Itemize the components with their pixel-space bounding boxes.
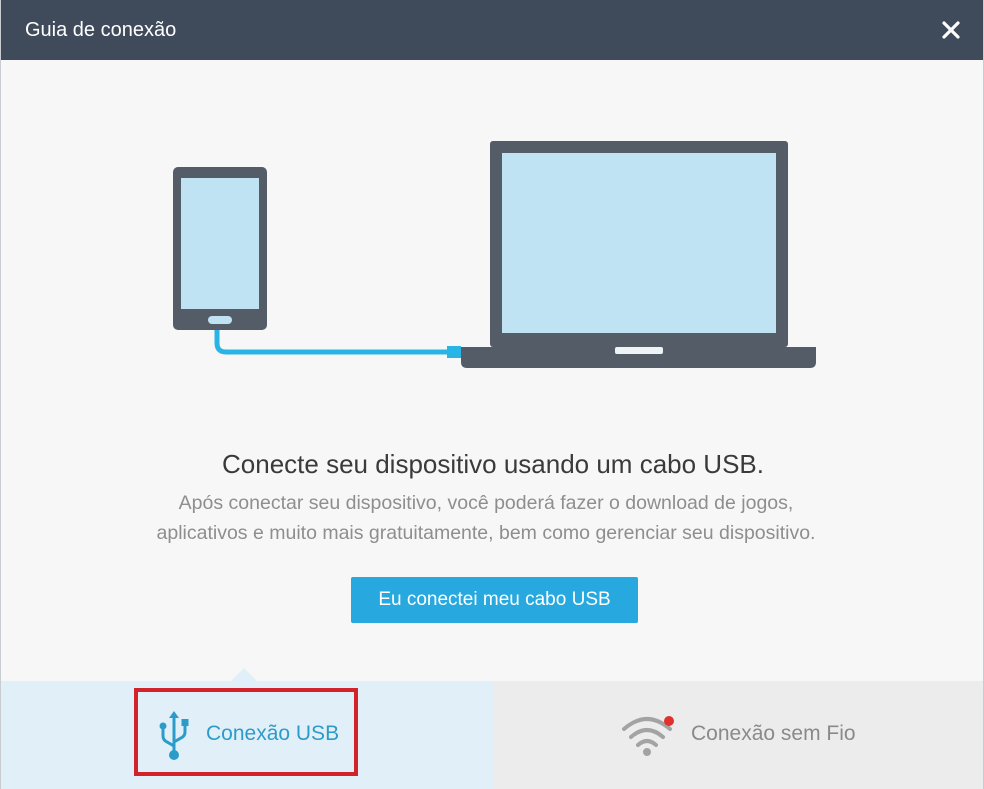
connection-guide-window: Guia de conexão Conecte seu dispositivo … <box>0 0 984 789</box>
instruction-headline: Conecte seu dispositivo usando um cabo U… <box>222 449 764 479</box>
description-line: aplicativos e muito mais gratuitamente, … <box>156 522 816 544</box>
title-bar: Guia de conexão <box>1 0 983 60</box>
phone-icon <box>173 167 267 330</box>
wifi-icon <box>622 716 674 756</box>
close-icon <box>942 21 960 39</box>
notification-dot <box>664 716 674 726</box>
tab-wireless-label: Conexão sem Fio <box>691 722 856 745</box>
instruction-description: Após conectar seu dispositivo, você pode… <box>1 488 971 548</box>
window-title: Guia de conexão <box>25 19 177 41</box>
usb-tab-highlight-box <box>134 688 358 776</box>
laptop-icon <box>461 141 816 368</box>
usb-connection-illustration <box>173 141 816 368</box>
usb-connected-button[interactable]: Eu conectei meu cabo USB <box>351 577 638 623</box>
selected-tab-pointer <box>230 668 258 682</box>
close-button[interactable] <box>935 14 967 46</box>
usb-cable <box>214 326 461 358</box>
tab-wireless-connection[interactable]: Conexão sem Fio <box>493 681 983 789</box>
description-line: Após conectar seu dispositivo, você pode… <box>178 492 794 514</box>
